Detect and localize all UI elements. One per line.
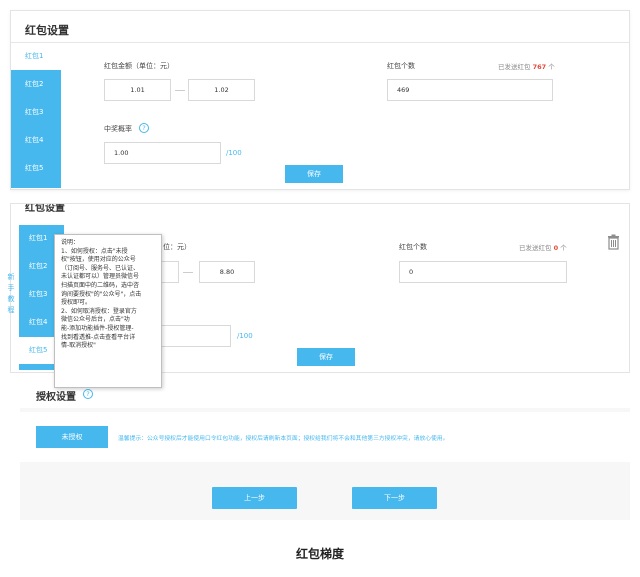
probability-input[interactable] [161, 325, 231, 347]
packet-tabs: 红包1 红包2 红包3 红包4 红包5 [11, 43, 61, 188]
count-label: 红包个数 [387, 62, 415, 70]
auth-title: 授权设置 [36, 392, 76, 403]
sent-prefix: 已发送红包 [498, 63, 531, 71]
amount-label: 红包金额（单位：元） [104, 62, 174, 70]
panel-title: 红包设置 [25, 24, 69, 37]
next-step-button[interactable]: 下一步 [352, 487, 437, 509]
sent-suffix: 个 [548, 63, 555, 71]
amount-min-input[interactable]: 1.01 [104, 79, 171, 101]
panel-title-clipped: 红包设置 [25, 204, 65, 212]
guide-char: 手 [7, 284, 15, 292]
probability-input[interactable]: 1.00 [104, 142, 221, 164]
red-packet-settings-panel: 红包设置 红包1 红包2 红包3 红包4 红包5 红包金额（单位：元） 1.01… [10, 10, 630, 190]
auth-body: 未授权 温馨提示：公众号授权后才能使用口令红包功能，授权后请刷新本页面；授权给我… [20, 412, 630, 462]
guide-char: 程 [7, 306, 15, 314]
title-divider [11, 42, 629, 43]
tab-packet-1[interactable]: 红包1 [11, 43, 61, 70]
probability-total: /100 [226, 149, 242, 157]
sent-count-text: 已发送红包 767 个 [498, 61, 555, 71]
beginner-guide-link[interactable]: 新 手 教 程 [6, 272, 16, 316]
trash-icon[interactable] [607, 234, 620, 250]
sent-prefix: 已发送红包 [519, 244, 552, 252]
figure-caption: 红包梯度 [295, 547, 344, 561]
tab-packet-5[interactable]: 红包5 [11, 155, 61, 182]
sent-count-text: 已发送红包 0 个 [519, 242, 567, 252]
count-input[interactable]: 0 [399, 261, 567, 283]
count-label: 红包个数 [399, 243, 427, 251]
tab-packet-3[interactable]: 红包3 [11, 99, 61, 126]
authorization-section: 授权设置 ? 未授权 温馨提示：公众号授权后才能使用口令红包功能，授权后请刷新本… [20, 378, 630, 520]
save-button[interactable]: 保存 [297, 348, 355, 366]
amount-max-input[interactable]: 1.02 [188, 79, 255, 101]
probability-total: /100 [237, 332, 253, 340]
amount-label-partial: 位：元） [163, 243, 191, 251]
count-input[interactable]: 469 [387, 79, 553, 101]
sent-count: 767 [532, 63, 547, 71]
sent-count: 0 [553, 244, 559, 252]
sent-suffix: 个 [560, 244, 567, 252]
probability-label: 中奖概率 [104, 125, 132, 133]
auth-tip: 温馨提示：公众号授权后才能使用口令红包功能，授权后请刷新本页面；授权给我们将不会… [118, 436, 449, 442]
save-button[interactable]: 保存 [285, 165, 343, 183]
amount-max-input[interactable]: 8.80 [199, 261, 255, 283]
range-dash [183, 272, 193, 273]
amount-min-input[interactable] [161, 261, 179, 283]
guide-char: 教 [7, 295, 15, 303]
prev-step-button[interactable]: 上一步 [212, 487, 297, 509]
tab-packet-2[interactable]: 红包2 [11, 71, 61, 98]
unauthorized-button[interactable]: 未授权 [36, 426, 108, 448]
help-circle-icon[interactable]: ? [83, 389, 93, 399]
authorization-help-tooltip: 说明： 1、如何授权：点击"未授 权"按钮，使用对应的公众号 （订阅号、服务号、… [54, 234, 162, 388]
tab-packet-4[interactable]: 红包4 [11, 127, 61, 154]
help-circle-icon[interactable]: ? [139, 123, 149, 133]
range-dash [175, 90, 185, 91]
guide-char: 新 [7, 273, 15, 281]
